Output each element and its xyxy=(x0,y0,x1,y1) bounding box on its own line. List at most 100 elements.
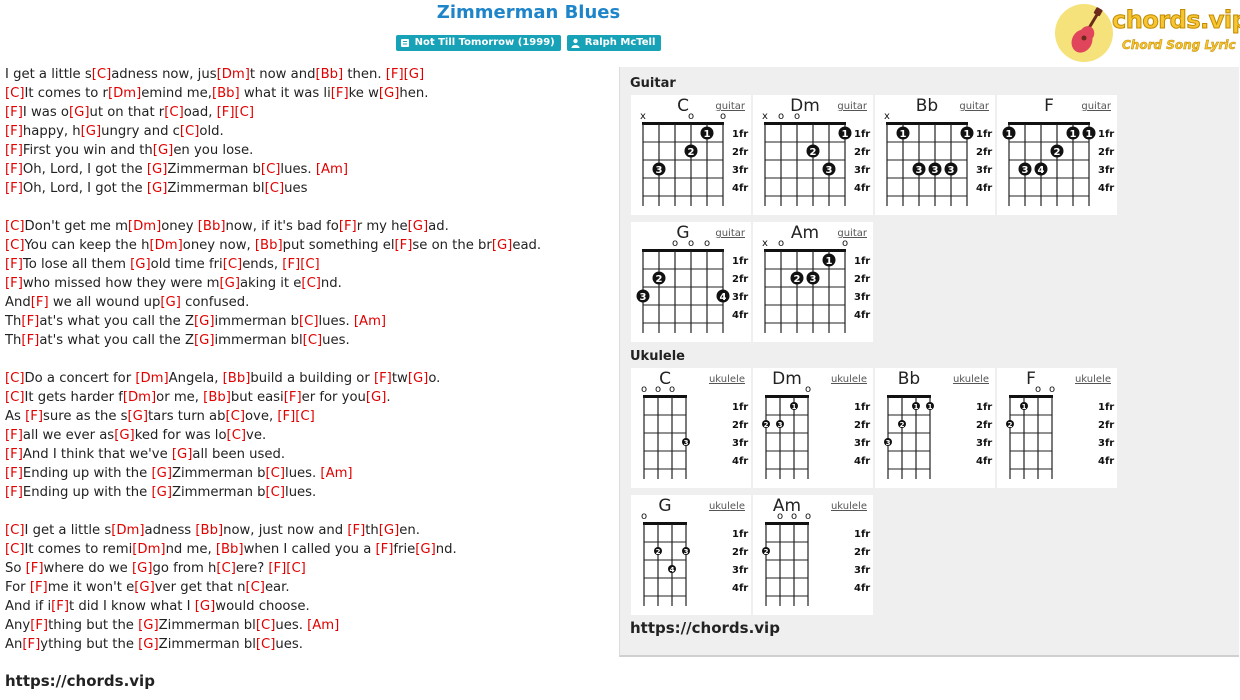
chord-marker[interactable]: [C] xyxy=(256,618,276,633)
chord-marker[interactable]: [F] xyxy=(5,428,23,443)
chord-marker[interactable]: [F] xyxy=(5,124,23,139)
chord-marker[interactable]: [F] xyxy=(5,162,23,177)
chord-marker[interactable]: [C] xyxy=(299,314,319,329)
chord-marker[interactable]: [C] xyxy=(5,219,25,234)
chord-marker[interactable]: [Bb] xyxy=(315,67,343,82)
chord-marker[interactable]: [G] xyxy=(404,67,425,82)
chord-marker[interactable]: [C] xyxy=(216,561,236,576)
chord-marker[interactable]: [C] xyxy=(225,409,245,424)
guitar-chord-card-f[interactable]: Fguitar 1fr 2fr 3fr 4fr 1 1 1 2 3 4 xyxy=(997,95,1117,215)
chord-marker[interactable]: [F] xyxy=(26,561,44,576)
chord-marker[interactable]: [C] xyxy=(180,124,200,139)
chord-marker[interactable]: [G] xyxy=(194,314,215,329)
chord-marker[interactable]: [G] xyxy=(153,143,174,158)
chord-marker[interactable]: [Bb] xyxy=(223,371,251,386)
chord-marker[interactable]: [G] xyxy=(366,390,387,405)
chord-marker[interactable]: [C] xyxy=(92,67,112,82)
guitar-chord-card-c[interactable]: Cguitar 1fr 2fr 3fr 4fr x o o 1 2 3 xyxy=(631,95,751,215)
chord-marker[interactable]: [G] xyxy=(138,618,159,633)
chord-marker[interactable]: [F] xyxy=(284,390,302,405)
chord-marker[interactable]: [F] xyxy=(21,333,39,348)
ukulele-chord-card-c[interactable]: Cukulele 1fr 2fr 3fr 4fr o o o 3 xyxy=(631,368,751,488)
ukulele-link[interactable]: ukulele xyxy=(1075,374,1111,385)
chord-marker[interactable]: [F] xyxy=(268,561,286,576)
chord-marker[interactable]: [C] xyxy=(223,257,243,272)
chord-marker[interactable]: [F] xyxy=(331,86,349,101)
chord-marker[interactable]: [Bb] xyxy=(212,86,240,101)
chord-marker[interactable]: [Dm] xyxy=(128,219,161,234)
chord-marker[interactable]: [G] xyxy=(114,428,135,443)
ukulele-chord-card-g[interactable]: Gukulele 1fr 2fr 3fr 4fr o 2 3 4 xyxy=(631,495,751,615)
guitar-link[interactable]: guitar xyxy=(1081,101,1111,112)
chord-marker[interactable]: [Am] xyxy=(316,162,348,177)
chord-marker[interactable]: [C] xyxy=(261,162,281,177)
guitar-chord-card-bb[interactable]: Bb guitar 1fr 2fr 3fr 4fr x 1 1 3 3 3 xyxy=(875,95,995,215)
guitar-link[interactable]: guitar xyxy=(837,228,867,239)
chord-marker[interactable]: [G] xyxy=(132,561,153,576)
ukulele-link[interactable]: ukulele xyxy=(831,374,867,385)
chord-marker[interactable]: [G] xyxy=(134,580,155,595)
chord-marker[interactable]: [G] xyxy=(128,409,149,424)
chord-marker[interactable]: [C] xyxy=(245,580,265,595)
chord-marker[interactable]: [Bb] xyxy=(195,523,223,538)
chord-marker[interactable]: [G] xyxy=(195,599,216,614)
chord-marker[interactable]: [C] xyxy=(5,86,25,101)
chord-marker[interactable]: [Am] xyxy=(354,314,386,329)
chord-marker[interactable]: [F] xyxy=(51,599,69,614)
chord-marker[interactable]: [G] xyxy=(160,295,181,310)
chord-marker[interactable]: [F] xyxy=(282,257,300,272)
chord-marker[interactable]: [F] xyxy=(339,219,357,234)
chord-marker[interactable]: [C] xyxy=(286,561,306,576)
chord-marker[interactable]: [G] xyxy=(492,238,513,253)
chord-marker[interactable]: [Dm] xyxy=(108,86,141,101)
chord-marker[interactable]: [C] xyxy=(265,181,285,196)
chord-marker[interactable]: [G] xyxy=(147,181,168,196)
chord-marker[interactable]: [G] xyxy=(81,124,102,139)
chord-marker[interactable]: [G] xyxy=(379,86,400,101)
chord-marker[interactable]: [Am] xyxy=(320,466,352,481)
guitar-link[interactable]: guitar xyxy=(715,228,745,239)
chord-marker[interactable]: [C] xyxy=(301,276,321,291)
artist-badge[interactable]: Ralph McTell xyxy=(566,35,662,51)
chord-marker[interactable]: [F] xyxy=(386,67,404,82)
chord-marker[interactable]: [F] xyxy=(5,181,23,196)
chord-marker[interactable]: [C] xyxy=(303,333,323,348)
chord-marker[interactable]: [C] xyxy=(295,409,315,424)
guitar-link[interactable]: guitar xyxy=(837,101,867,112)
chord-marker[interactable]: [C] xyxy=(256,637,276,652)
ukulele-chord-card-dm[interactable]: Dm ukulele 1fr 2fr 3fr 4fr o 1 2 3 xyxy=(753,368,873,488)
ukulele-link[interactable]: ukulele xyxy=(709,374,745,385)
guitar-chord-card-dm[interactable]: Dm guitar 1fr 2fr 3fr 4fr x o o 1 2 3 xyxy=(753,95,873,215)
chord-marker[interactable]: [G] xyxy=(415,542,436,557)
chord-marker[interactable]: [C] xyxy=(164,105,184,120)
chord-marker[interactable]: [F] xyxy=(31,295,49,310)
ukulele-chord-card-bb[interactable]: Bb ukulele 1fr 2fr 3fr 4fr 1 1 2 3 xyxy=(875,368,995,488)
chord-marker[interactable]: [C] xyxy=(300,257,320,272)
guitar-chord-card-am[interactable]: Am guitar 1fr 2fr 3fr 4fr x o o 1 2 3 xyxy=(753,222,873,342)
chord-marker[interactable]: [Dm] xyxy=(217,67,250,82)
chord-marker[interactable]: [F] xyxy=(25,409,43,424)
chord-marker[interactable]: [Bb] xyxy=(203,390,231,405)
chord-marker[interactable]: [Dm] xyxy=(111,523,144,538)
chord-marker[interactable]: [F] xyxy=(30,580,48,595)
chord-marker[interactable]: [F] xyxy=(277,409,295,424)
ukulele-link[interactable]: ukulele xyxy=(709,501,745,512)
chord-marker[interactable]: [F] xyxy=(374,371,392,386)
chord-marker[interactable]: [G] xyxy=(172,447,193,462)
chord-marker[interactable]: [Bb] xyxy=(255,238,283,253)
chord-marker[interactable]: [G] xyxy=(138,637,159,652)
chord-marker[interactable]: [C] xyxy=(5,542,25,557)
chord-marker[interactable]: [F] xyxy=(5,143,23,158)
chord-marker[interactable]: [C] xyxy=(266,466,286,481)
chord-marker[interactable]: [G] xyxy=(151,466,172,481)
chord-marker[interactable]: [Dm] xyxy=(149,238,182,253)
chord-marker[interactable]: [C] xyxy=(235,105,255,120)
chord-marker[interactable]: [C] xyxy=(5,523,25,538)
chord-marker[interactable]: [F] xyxy=(5,276,23,291)
chord-marker[interactable]: [F] xyxy=(5,485,23,500)
chord-marker[interactable]: [G] xyxy=(147,162,168,177)
chord-marker[interactable]: [F] xyxy=(22,637,40,652)
footer-url[interactable]: https://chords.vip xyxy=(5,672,155,690)
chord-marker[interactable]: [G] xyxy=(69,105,90,120)
chord-marker[interactable]: [G] xyxy=(194,333,215,348)
